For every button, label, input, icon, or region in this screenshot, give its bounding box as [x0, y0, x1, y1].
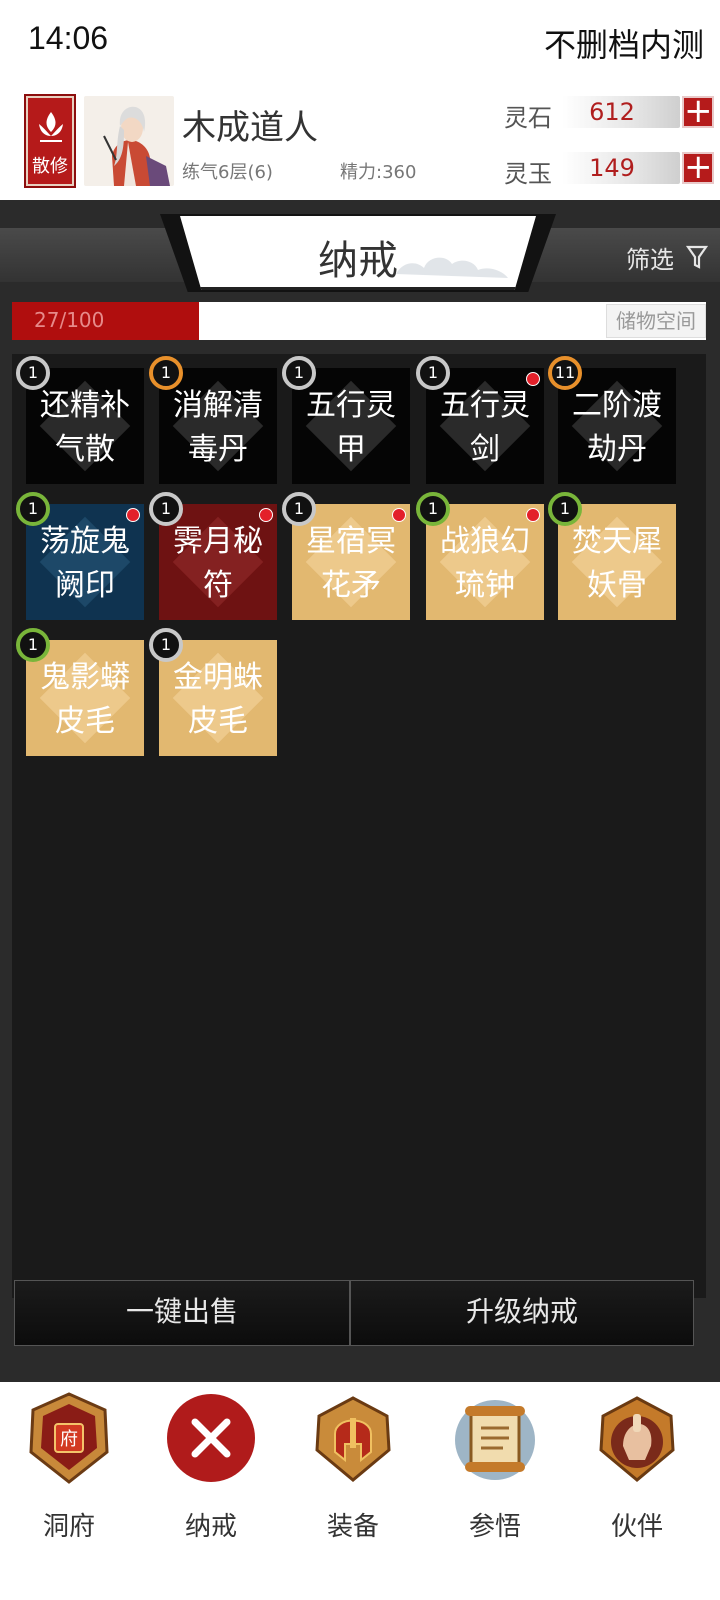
spirit-stone-value: 612: [589, 98, 635, 126]
item-name-line2: 毒丹: [188, 432, 248, 467]
nav-item-equipment[interactable]: 装备: [298, 1390, 408, 1543]
upgrade-ring-button[interactable]: 升级纳戒: [350, 1280, 694, 1346]
player-name: 木成道人: [182, 108, 318, 148]
new-item-dot: [259, 508, 273, 522]
item-name: 消解清 毒丹: [163, 384, 273, 472]
item-quantity-badge: 11: [548, 356, 582, 390]
item-name-line1: 焚天犀: [572, 524, 662, 559]
item-name-line1: 消解清: [173, 388, 263, 423]
companion-icon: [599, 1396, 675, 1482]
item-name: 霁月秘符: [163, 520, 273, 608]
spirit-jade-label: 灵玉: [504, 160, 552, 188]
spirit-stone-label: 灵石: [504, 104, 552, 132]
new-item-dot: [526, 372, 540, 386]
sect-badge[interactable]: 散修: [24, 94, 76, 188]
scroll-icon: [455, 1400, 535, 1480]
item-name: 荡旋鬼 阙印: [30, 520, 140, 608]
item-name: 金明蛛 皮毛: [163, 656, 273, 744]
close-icon: [167, 1394, 255, 1482]
nav-label-ring: 纳戒: [184, 1512, 237, 1542]
item-name-line2: 剑: [470, 432, 500, 467]
item-quantity-badge: 1: [282, 356, 316, 390]
item-name-line2: 符: [203, 568, 233, 603]
item-name: 二阶渡 劫丹: [562, 384, 672, 472]
item-name-line2: 琉钟: [455, 568, 515, 603]
item-name-line1: 五行灵: [306, 388, 396, 423]
item-name-line1: 战狼幻: [440, 524, 530, 559]
lotus-emblem-icon: [39, 112, 63, 142]
cave-badge-char: 府: [60, 1429, 78, 1450]
capacity-text: 27/100: [34, 308, 105, 332]
nav-label-insight: 参悟: [468, 1512, 521, 1542]
nav-label-companion: 伙伴: [610, 1512, 663, 1542]
new-item-dot: [392, 508, 406, 522]
cave-mansion-icon: 府: [29, 1392, 109, 1484]
item-name-line1: 霁月秘: [173, 524, 263, 559]
helmet-icon: [315, 1396, 391, 1482]
item-quantity-badge: 1: [149, 492, 183, 526]
item-grid: [12, 354, 706, 1298]
item-quantity-badge: 1: [282, 492, 316, 526]
item-name-line2: 气散: [55, 432, 115, 467]
filter-button[interactable]: 筛选: [626, 240, 674, 275]
item-name: 鬼影蟒 皮毛: [30, 656, 140, 744]
item-quantity-badge: 1: [16, 628, 50, 662]
spirit-jade-bar: 149: [562, 152, 680, 184]
add-spirit-jade-button[interactable]: +: [682, 150, 714, 184]
item-quantity-badge: 1: [16, 356, 50, 390]
item-name-line2: 皮毛: [188, 704, 248, 739]
add-spirit-stone-button[interactable]: +: [682, 94, 714, 128]
nav-item-companion[interactable]: 伙伴: [582, 1390, 692, 1543]
storage-capacity-bar: 27/100 储物空间: [12, 302, 706, 340]
server-title: 不删档内测: [543, 26, 704, 64]
item-name-line2: 妖骨: [587, 568, 647, 603]
item-name: 战狼幻 琉钟: [430, 520, 540, 608]
item-quantity-badge: 1: [149, 356, 183, 390]
funnel-icon[interactable]: [686, 244, 708, 270]
cultivation-realm: 练气6层(6): [182, 162, 273, 183]
item-name-line1: 五行灵: [440, 388, 530, 423]
item-name-line2: 阙印: [55, 568, 115, 603]
item-name-line1: 星宿冥: [306, 524, 396, 559]
item-quantity-badge: 1: [548, 492, 582, 526]
item-quantity-badge: 1: [16, 492, 50, 526]
status-time: 14:06: [28, 20, 109, 56]
spirit-stone-bar: 612: [562, 96, 680, 128]
item-name-line2: 甲: [336, 432, 366, 467]
nav-label-cave: 洞府: [42, 1512, 95, 1542]
bottom-nav: 府 洞府 纳戒 装备 参悟 伙伴: [0, 1382, 720, 1600]
player-avatar[interactable]: [84, 96, 174, 186]
capacity-label: 储物空间: [606, 304, 706, 338]
item-quantity-badge: 1: [416, 356, 450, 390]
energy-value: 精力:360: [340, 162, 417, 183]
item-name: 还精补 气散: [30, 384, 140, 472]
new-item-dot: [526, 508, 540, 522]
item-name-line2: 花矛: [321, 568, 381, 603]
item-name-line1: 鬼影蟒: [40, 660, 130, 695]
nav-label-equipment: 装备: [326, 1512, 379, 1542]
nav-item-ring[interactable]: 纳戒: [156, 1390, 266, 1543]
item-name-line2: 劫丹: [587, 432, 647, 467]
item-quantity-badge: 1: [149, 628, 183, 662]
item-name: 五行灵剑: [430, 384, 540, 472]
item-name: 星宿冥 花矛: [296, 520, 406, 608]
item-name: 五行灵甲: [296, 384, 406, 472]
item-name-line1: 还精补: [40, 388, 130, 423]
item-quantity-badge: 1: [416, 492, 450, 526]
nav-item-insight[interactable]: 参悟: [440, 1390, 550, 1543]
sell-all-button[interactable]: 一键出售: [14, 1280, 350, 1346]
new-item-dot: [126, 508, 140, 522]
item-name-line1: 二阶渡: [572, 388, 662, 423]
nav-item-cave[interactable]: 府 洞府: [14, 1390, 124, 1543]
item-name-line2: 皮毛: [55, 704, 115, 739]
cultivator-portrait-icon: [84, 96, 174, 186]
sect-label: 散修: [32, 156, 68, 177]
cloud-ornament-icon: [396, 257, 508, 278]
item-name-line1: 荡旋鬼: [40, 524, 130, 559]
spirit-jade-value: 149: [589, 154, 635, 182]
item-name: 焚天犀 妖骨: [562, 520, 672, 608]
item-name-line1: 金明蛛: [173, 660, 263, 695]
